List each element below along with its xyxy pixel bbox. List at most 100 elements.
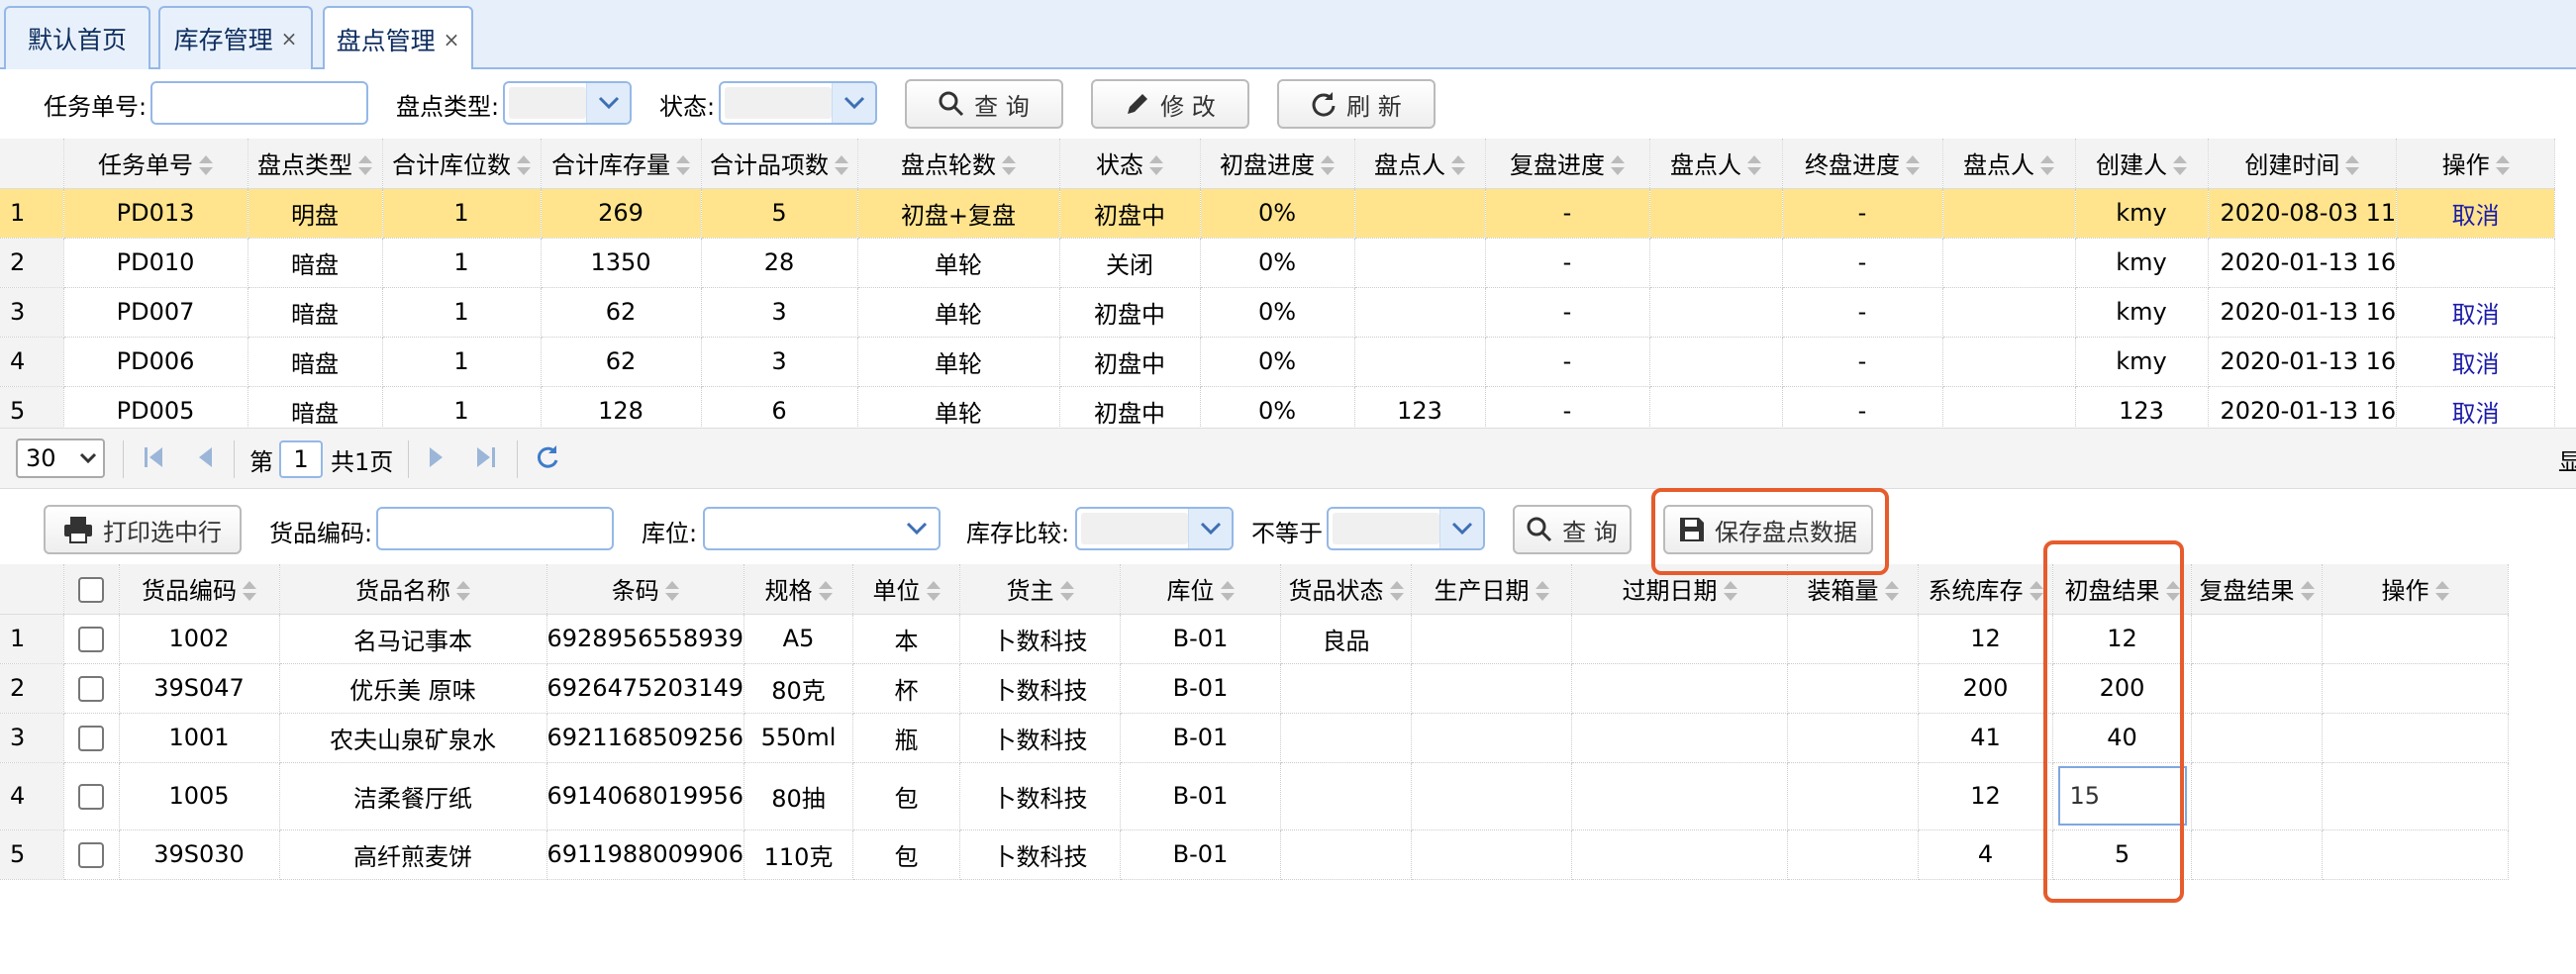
column-header[interactable]: 生产日期 <box>1411 564 1573 615</box>
sort-icon[interactable] <box>1611 155 1625 177</box>
page-number-input[interactable]: 1 <box>279 440 323 478</box>
column-header[interactable]: 货品名称 <box>279 564 547 615</box>
table-row[interactable]: 3 PD007 暗盘 1 62 3 单轮 初盘中 0% - - kmy 2020-01-13 16 取消 <box>0 287 2556 338</box>
sort-icon[interactable] <box>1220 581 1235 603</box>
column-header[interactable]: 规格 <box>743 564 854 615</box>
column-header[interactable]: 创建时间 <box>2208 139 2398 189</box>
detail-query-button[interactable]: 查 询 <box>1513 505 1632 554</box>
chevron-down-icon[interactable] <box>1439 509 1483 548</box>
chevron-down-icon[interactable] <box>832 83 875 123</box>
sort-icon[interactable] <box>676 155 690 177</box>
row-checkbox[interactable] <box>78 627 104 652</box>
sort-icon[interactable] <box>2345 155 2360 177</box>
compare-select[interactable] <box>1075 507 1234 550</box>
task-query-button[interactable]: 查 询 <box>905 79 1063 129</box>
first-page-icon[interactable] <box>143 442 164 472</box>
sort-icon[interactable] <box>1389 581 1404 603</box>
prev-page-icon[interactable] <box>194 442 216 472</box>
sort-icon[interactable] <box>1149 155 1163 177</box>
tab-home[interactable]: 默认首页 <box>4 6 150 69</box>
column-header[interactable]: 盘点类型 <box>248 139 383 189</box>
column-header[interactable]: 盘点轮数 <box>857 139 1060 189</box>
sort-icon[interactable] <box>1321 155 1335 177</box>
column-header[interactable]: 盘点人 <box>1354 139 1486 189</box>
column-header[interactable]: 库位 <box>1120 564 1282 615</box>
last-page-icon[interactable] <box>475 442 497 472</box>
sort-icon[interactable] <box>1906 155 1920 177</box>
table-row[interactable]: 1 PD013 明盘 1 269 5 初盘+复盘 初盘中 0% - - kmy 2020-08-03 1… <box>0 188 2556 239</box>
column-header[interactable]: 货品编码 <box>119 564 280 615</box>
edit-button[interactable]: 修 改 <box>1091 79 1249 129</box>
table-row[interactable]: 2 PD010 暗盘 1 1350 28 单轮 关闭 0% - - kmy 2020-01-13 16 <box>0 238 2556 288</box>
tab-stocktake[interactable]: 盘点管理 × <box>323 6 473 71</box>
tab-inventory[interactable]: 库存管理 × <box>158 6 313 69</box>
row-checkbox[interactable] <box>78 676 104 702</box>
close-icon[interactable]: × <box>281 27 298 50</box>
sort-icon[interactable] <box>1059 581 1074 603</box>
sort-icon[interactable] <box>835 155 848 177</box>
sort-icon[interactable] <box>1747 155 1761 177</box>
cancel-link[interactable]: 取消 <box>2452 400 2500 428</box>
column-header[interactable]: 任务单号 <box>63 139 248 189</box>
column-header[interactable]: 盘点人 <box>1649 139 1783 189</box>
column-header[interactable]: 初盘进度 <box>1200 139 1355 189</box>
column-header[interactable]: 操作 <box>2396 139 2556 189</box>
next-page-icon[interactable] <box>426 442 447 472</box>
goods-code-input[interactable] <box>376 507 614 550</box>
neq-select[interactable] <box>1327 507 1485 550</box>
row-checkbox[interactable] <box>78 726 104 751</box>
sort-icon[interactable] <box>664 581 679 603</box>
column-header[interactable]: 单位 <box>852 564 961 615</box>
column-header[interactable]: 复盘进度 <box>1485 139 1650 189</box>
sort-icon[interactable] <box>1451 155 1465 177</box>
sort-icon[interactable] <box>2040 155 2054 177</box>
status-select[interactable] <box>719 81 877 125</box>
column-header[interactable]: 终盘进度 <box>1782 139 1943 189</box>
sort-icon[interactable] <box>818 581 833 603</box>
column-header[interactable]: 状态 <box>1059 139 1201 189</box>
sort-icon[interactable] <box>2029 581 2043 603</box>
sort-icon[interactable] <box>2434 581 2449 603</box>
row-checkbox[interactable] <box>78 784 104 810</box>
sort-icon[interactable] <box>1884 581 1899 603</box>
reload-icon[interactable] <box>535 442 560 472</box>
print-selected-button[interactable]: 打印选中行 <box>44 505 242 554</box>
sort-icon[interactable] <box>456 581 470 603</box>
refresh-button[interactable]: 刷 新 <box>1277 79 1436 129</box>
cancel-link[interactable]: 取消 <box>2452 202 2500 230</box>
location-select[interactable] <box>703 507 941 550</box>
table-row[interactable]: 4 PD006 暗盘 1 62 3 单轮 初盘中 0% - - kmy 2020-01-13 16 取消 <box>0 337 2556 387</box>
select-all-checkbox[interactable] <box>78 576 104 603</box>
column-header[interactable]: 系统库存 <box>1918 564 2054 615</box>
table-row[interactable]: 5 PD005 暗盘 1 128 6 单轮 初盘中 0% 123- -123 2020-01-13 1… <box>0 386 2556 428</box>
column-header[interactable]: 合计库存量 <box>541 139 702 189</box>
column-header[interactable]: 合计品项数 <box>701 139 858 189</box>
column-header[interactable]: 条码 <box>546 564 745 615</box>
sort-icon[interactable] <box>517 155 531 177</box>
sort-icon[interactable] <box>2300 581 2315 603</box>
sort-icon[interactable] <box>2173 155 2187 177</box>
chevron-down-icon[interactable] <box>1188 509 1232 548</box>
chevron-down-icon[interactable] <box>895 509 939 548</box>
close-icon[interactable]: × <box>444 28 460 51</box>
sort-icon[interactable] <box>1002 155 1016 177</box>
column-header[interactable]: 操作 <box>2322 564 2510 615</box>
task-no-input[interactable] <box>150 81 368 125</box>
page-size-select[interactable]: 30 <box>16 438 105 478</box>
sort-icon[interactable] <box>2495 155 2510 177</box>
sort-icon[interactable] <box>243 581 256 603</box>
sort-icon[interactable] <box>926 581 941 603</box>
sort-icon[interactable] <box>1723 581 1737 603</box>
row-checkbox[interactable] <box>78 842 104 868</box>
type-select[interactable] <box>503 81 632 125</box>
column-header[interactable]: 复盘结果 <box>2191 564 2324 615</box>
column-header[interactable]: 合计库位数 <box>382 139 542 189</box>
chevron-down-icon[interactable] <box>586 83 630 123</box>
column-header[interactable]: 创建人 <box>2075 139 2209 189</box>
column-header[interactable]: 货主 <box>959 564 1122 615</box>
column-header[interactable]: 盘点人 <box>1942 139 2076 189</box>
column-header[interactable]: 货品状态 <box>1280 564 1413 615</box>
cancel-link[interactable]: 取消 <box>2452 301 2500 329</box>
sort-icon[interactable] <box>199 155 213 177</box>
sort-icon[interactable] <box>358 155 372 177</box>
